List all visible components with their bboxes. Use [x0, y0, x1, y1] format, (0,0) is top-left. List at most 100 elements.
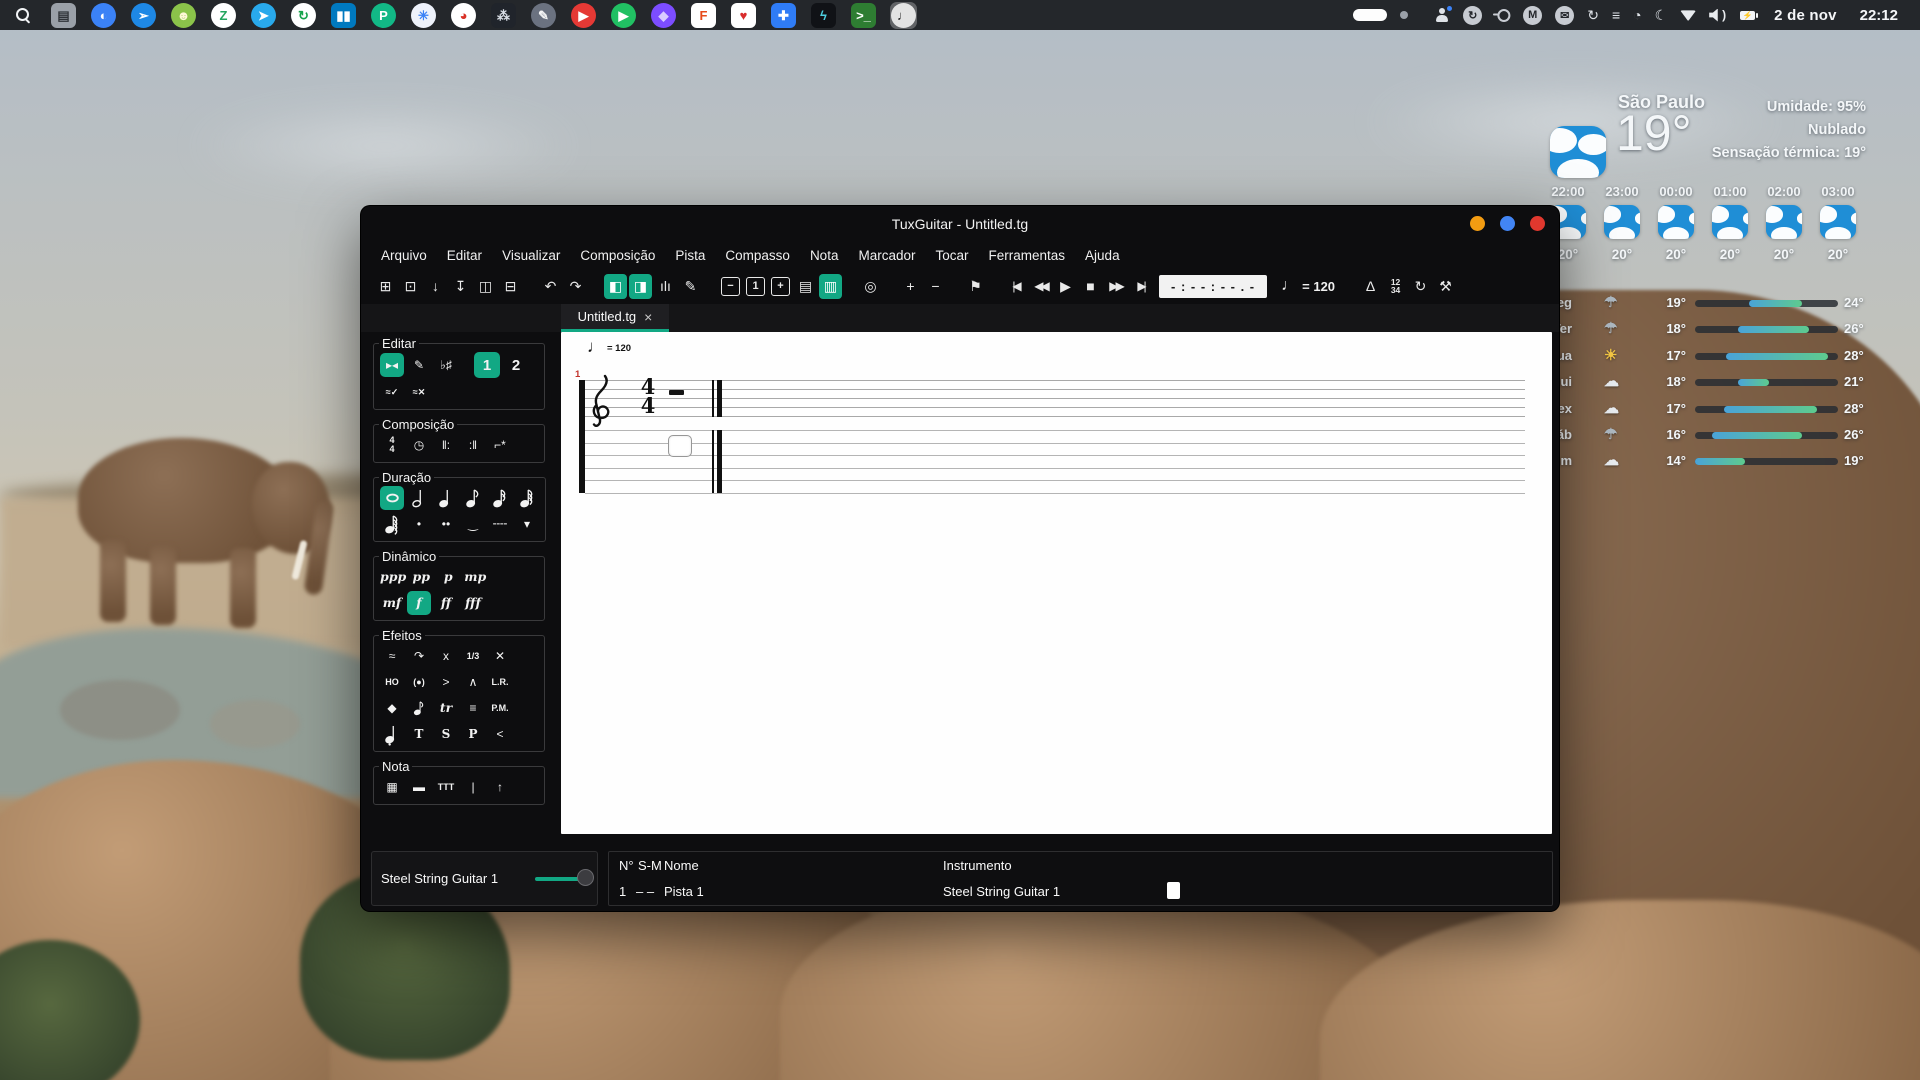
dyn-ppp-button[interactable]: ppp [380, 565, 406, 589]
time-signature-button[interactable]: 44 [380, 433, 404, 457]
dyn-ff-button[interactable]: ff [434, 591, 458, 615]
note-thirty-second-button[interactable] [515, 486, 539, 510]
edition-mode-button[interactable]: ▸◂ [380, 353, 404, 377]
mixer-button[interactable]: ılı [654, 274, 677, 299]
voice-1-button[interactable]: 1 [474, 352, 500, 378]
menu-editar[interactable]: Editar [437, 245, 492, 266]
dyn-mf-button[interactable]: mf [380, 591, 404, 615]
grace-note-button[interactable] [407, 696, 431, 720]
bend-button[interactable]: ↷ [407, 644, 431, 668]
close-button[interactable] [1530, 216, 1545, 231]
tempo-setting-button[interactable]: ◷ [407, 433, 431, 457]
sync-app-icon[interactable]: ↻ [290, 2, 317, 29]
score-area[interactable]: ♩ = 120 1 4 4 [561, 332, 1552, 834]
voice-2-button[interactable]: 2 [503, 352, 529, 378]
maximize-button[interactable] [1500, 216, 1515, 231]
menu-ferramentas[interactable]: Ferramentas [979, 245, 1076, 266]
menu-visualizar[interactable]: Visualizar [492, 245, 570, 266]
beat-cursor[interactable] [668, 435, 692, 457]
dyn-pp-button[interactable]: pp [409, 565, 433, 589]
slapping-button[interactable]: S [434, 722, 458, 746]
extension-puzzle-icon[interactable]: ✚ [770, 2, 797, 29]
tremolo-bar-button[interactable]: x [434, 644, 458, 668]
voice-edit-b-button[interactable]: ≈✕ [407, 380, 431, 404]
tied-note-button[interactable]: TTT [434, 775, 458, 799]
accidentals-button[interactable]: ♭♯ [434, 353, 458, 377]
wifi-icon[interactable] [1680, 10, 1696, 21]
zoom-out-button[interactable]: − [924, 274, 947, 299]
fretboard-button[interactable]: ▦ [380, 775, 404, 799]
track-row-number[interactable]: 1 [619, 884, 626, 899]
staccato-button[interactable] [380, 722, 404, 746]
metronome-button[interactable]: Δ [1359, 274, 1382, 299]
track-color-swatch[interactable] [1167, 882, 1180, 899]
activity-status-icon[interactable]: ↻ [1463, 6, 1482, 25]
contacts-icon[interactable]: ☻ [170, 2, 197, 29]
zapzap-icon[interactable]: Z [210, 2, 237, 29]
gimp-icon[interactable]: ✎ [530, 2, 557, 29]
go-first-button[interactable]: |◀ [1004, 274, 1027, 299]
window-titlebar[interactable]: TuxGuitar - Untitled.tg [361, 206, 1559, 242]
marker-button[interactable]: ⚑ [964, 274, 987, 299]
print-button[interactable]: ⊟ [499, 274, 522, 299]
popping-button[interactable]: P [461, 722, 485, 746]
darktable-icon[interactable]: ⁂ [490, 2, 517, 29]
knowledge-brain-icon[interactable]: ✳ [410, 2, 437, 29]
app-m-status-icon[interactable]: M [1523, 6, 1542, 25]
contacts-status-icon[interactable] [1434, 8, 1450, 22]
harmonic-button[interactable]: ◆ [380, 696, 404, 720]
tab-untitled[interactable]: Untitled.tg × [561, 304, 669, 332]
hammer-on-button[interactable]: HO [380, 670, 404, 694]
vibrato-button[interactable]: ≈ [380, 644, 404, 668]
double-dotted-button[interactable]: •• [434, 512, 458, 536]
export-button[interactable]: ↧ [449, 274, 472, 299]
add-measure-button[interactable]: + [771, 277, 790, 296]
tempo-display[interactable]: ♩= 120 [1281, 277, 1335, 295]
note-whole-button[interactable] [380, 486, 404, 510]
track-row-solo-mute[interactable]: – – [636, 884, 654, 899]
thunderbird-icon[interactable]: ➢ [130, 2, 157, 29]
menu-ajuda[interactable]: Ajuda [1075, 245, 1130, 266]
heavy-accent-button[interactable]: ∧ [461, 670, 485, 694]
ghost-note-button[interactable]: (●) [407, 670, 431, 694]
accent-button[interactable]: > [434, 670, 458, 694]
status-dot-icon[interactable] [1400, 11, 1408, 19]
edit-pencil-button[interactable]: ✎ [407, 353, 431, 377]
menu-pista[interactable]: Pista [665, 245, 715, 266]
redo-button[interactable]: ↷ [564, 274, 587, 299]
bar-insert-button[interactable]: | [461, 775, 485, 799]
minimize-button[interactable] [1470, 216, 1485, 231]
notes-status-icon[interactable]: ≡ [1612, 8, 1620, 22]
track-row-name[interactable]: Pista 1 [664, 884, 704, 899]
graphics-diamond-icon[interactable]: ◆ [650, 2, 677, 29]
gauge-status-icon[interactable]: ◔ [1633, 8, 1641, 22]
let-ring-button[interactable]: L.R. [488, 670, 512, 694]
flame-app-icon[interactable]: ϟ [810, 2, 837, 29]
fade-in-button[interactable]: < [488, 722, 512, 746]
duration-dropdown-button[interactable]: ▾ [515, 512, 539, 536]
rest-button[interactable]: ▬ [407, 775, 431, 799]
alternative-ending-button[interactable]: ⌐* [488, 433, 512, 457]
new-file-button[interactable]: ⊞ [374, 274, 397, 299]
settings-button[interactable]: ⚒ [1434, 274, 1457, 299]
dead-note-button[interactable]: ✕ [488, 644, 512, 668]
flameshot-doc-icon[interactable]: F [690, 2, 717, 29]
note-sixty-fourth-button[interactable] [380, 512, 404, 536]
shift-up-button[interactable]: ↑ [488, 775, 512, 799]
stop-button[interactable]: ■ [1079, 274, 1102, 299]
volume-slider-knob[interactable] [577, 869, 594, 886]
trello-icon[interactable]: ▮▮ [330, 2, 357, 29]
tuplet-13-button[interactable]: 1/3 [461, 644, 485, 668]
menu-arquivo[interactable]: Arquivo [371, 245, 437, 266]
tab-close-icon[interactable]: × [644, 309, 652, 325]
planner-icon[interactable]: P [370, 2, 397, 29]
search-icon[interactable] [10, 2, 37, 29]
mail-status-icon[interactable]: ✉ [1555, 6, 1574, 25]
media-player-red-icon[interactable]: ▶ [570, 2, 597, 29]
measure-number-button[interactable]: 1 [746, 277, 765, 296]
open-file-button[interactable]: ⊡ [399, 274, 422, 299]
track-row-instrument[interactable]: Steel String Guitar 1 [943, 884, 1060, 899]
battery-icon[interactable] [1740, 11, 1755, 20]
menu-tocar[interactable]: Tocar [926, 245, 979, 266]
play-button[interactable]: ▶ [1054, 274, 1077, 299]
